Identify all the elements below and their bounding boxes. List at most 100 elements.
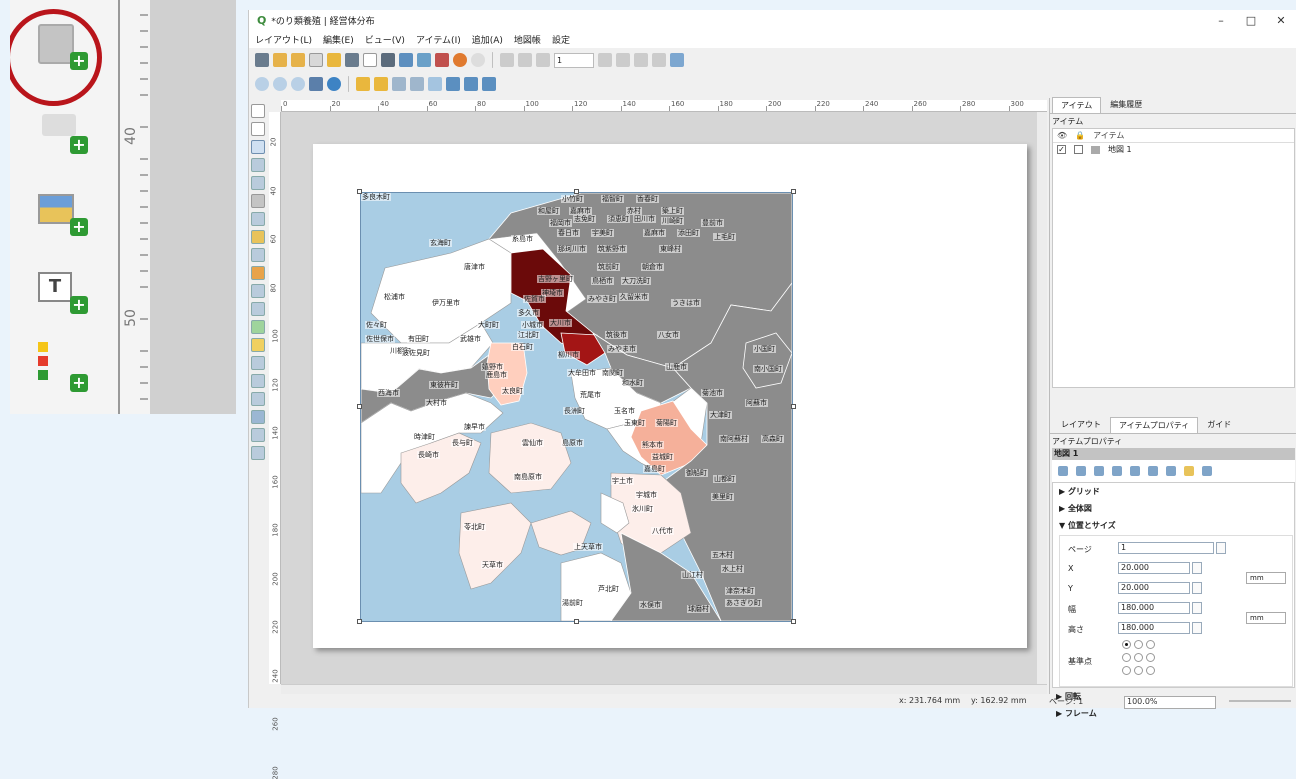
resize-handle[interactable] <box>574 619 579 624</box>
add-marker-icon[interactable] <box>251 338 265 352</box>
resize-handle[interactable] <box>357 619 362 624</box>
menu-add[interactable]: 追加(A) <box>472 33 503 46</box>
zoom-slider[interactable] <box>1229 700 1291 702</box>
menu-atlas[interactable]: 地図帳 <box>514 33 541 46</box>
tab-guides[interactable]: ガイド <box>1198 416 1240 433</box>
add-shape-icon[interactable] <box>251 320 265 334</box>
new-layout-icon[interactable] <box>273 53 287 67</box>
add-legend-tool-button[interactable]: + <box>32 342 92 394</box>
atlas-settings-icon[interactable] <box>670 53 684 67</box>
refresh-icon[interactable] <box>327 77 341 91</box>
layer-style-icon[interactable] <box>1184 466 1194 476</box>
pan-icon[interactable] <box>251 104 265 118</box>
resize-handle[interactable] <box>574 189 579 194</box>
map-item[interactable]: 小竹町 福智町 香春町 和屋町 嘉麻市 赤村 築上町 糸島市 福岡市 志免町 須恵町 田川市 川崎町 豊前… <box>360 192 793 622</box>
raise-icon[interactable] <box>428 77 442 91</box>
print-atlas-icon[interactable] <box>634 53 648 67</box>
bookmark-icon[interactable] <box>1148 466 1158 476</box>
add-picture-tool-button[interactable]: + <box>32 188 92 240</box>
add-fixed-table-icon[interactable] <box>251 446 265 460</box>
clip-icon[interactable] <box>1202 466 1212 476</box>
add-3d-map-icon[interactable] <box>251 212 265 226</box>
menu-view[interactable]: ビュー(V) <box>365 33 405 46</box>
zoom-tool-icon[interactable] <box>251 122 265 136</box>
ref-radio[interactable] <box>1122 640 1131 649</box>
add-polygon-icon[interactable] <box>251 374 265 388</box>
add-scalebar-icon[interactable] <box>251 284 265 298</box>
distribute-icon[interactable] <box>464 77 478 91</box>
vertical-scrollbar[interactable] <box>1037 112 1047 684</box>
refresh-map-icon[interactable] <box>1058 466 1068 476</box>
close-button[interactable]: ✕ <box>1266 14 1296 27</box>
zoom-level-input[interactable]: 100.0% <box>1124 696 1216 709</box>
maximize-button[interactable]: □ <box>1236 14 1266 27</box>
zoom-in-icon[interactable] <box>255 77 269 91</box>
section-grid[interactable]: ▶ グリッド <box>1053 483 1294 500</box>
last-feature-icon[interactable] <box>616 53 630 67</box>
zoom-out-icon[interactable] <box>273 77 287 91</box>
add-north-arrow-icon[interactable] <box>251 302 265 316</box>
set-scale-icon[interactable] <box>1112 466 1122 476</box>
add-page-icon[interactable] <box>363 53 377 67</box>
y-input[interactable]: 20.000 <box>1118 582 1190 594</box>
zoom-100-icon[interactable] <box>291 77 305 91</box>
ref-radio[interactable] <box>1122 653 1131 662</box>
menu-settings[interactable]: 設定 <box>552 33 570 46</box>
add-polyline-icon[interactable] <box>251 392 265 406</box>
duplicate-layout-icon[interactable] <box>291 53 305 67</box>
page-spinner[interactable] <box>1216 542 1226 554</box>
zoom-full-icon[interactable] <box>309 77 323 91</box>
export-atlas-icon[interactable] <box>652 53 666 67</box>
menu-layout[interactable]: レイアウト(L) <box>255 33 312 46</box>
export-pdf-icon[interactable] <box>435 53 449 67</box>
tab-items[interactable]: アイテム <box>1052 97 1102 113</box>
ref-radio[interactable] <box>1134 640 1143 649</box>
add-3d-map-tool-button[interactable]: + <box>32 104 92 156</box>
layout-manager-icon[interactable] <box>309 53 323 67</box>
ref-radio[interactable] <box>1146 653 1155 662</box>
ungroup-icon[interactable] <box>374 77 388 91</box>
size-unit-select[interactable]: mm <box>1246 612 1286 624</box>
resize-handle[interactable] <box>791 404 796 409</box>
menu-edit[interactable]: 編集(E) <box>323 33 354 46</box>
add-label-tool-button[interactable]: T + <box>32 268 92 320</box>
layout-canvas[interactable]: 小竹町 福智町 香春町 和屋町 嘉麻市 赤村 築上町 糸島市 福岡市 志免町 須恵町 田川市 川崎町 豊前… <box>281 112 1047 684</box>
resize-handle[interactable] <box>357 189 362 194</box>
labels-icon[interactable] <box>1166 466 1176 476</box>
atlas-page-select[interactable]: 1 <box>554 52 594 68</box>
undo-icon[interactable] <box>453 53 467 67</box>
width-spinner[interactable] <box>1192 602 1202 614</box>
add-picture-icon[interactable] <box>251 230 265 244</box>
ref-radio[interactable] <box>1134 666 1143 675</box>
align-icon[interactable] <box>446 77 460 91</box>
lock-checkbox[interactable] <box>1074 145 1083 154</box>
open-folder-icon[interactable] <box>327 53 341 67</box>
list-item[interactable]: ✓ 地図 1 <box>1053 143 1294 156</box>
resize-handle[interactable] <box>791 189 796 194</box>
edit-nodes-icon[interactable] <box>251 176 265 190</box>
section-position-size[interactable]: ▼ 位置とサイズ <box>1053 517 1294 534</box>
export-svg-icon[interactable] <box>417 53 431 67</box>
tab-layout[interactable]: レイアウト <box>1052 416 1110 433</box>
next-feature-icon[interactable] <box>598 53 612 67</box>
position-unit-select[interactable]: mm <box>1246 572 1286 584</box>
tab-undo-history[interactable]: 編集履歴 <box>1101 96 1151 113</box>
resize-handle[interactable] <box>791 619 796 624</box>
first-feature-icon[interactable] <box>518 53 532 67</box>
add-label-icon[interactable] <box>251 248 265 262</box>
add-arrow-icon[interactable] <box>251 356 265 370</box>
add-html-icon[interactable] <box>251 410 265 424</box>
ref-radio[interactable] <box>1122 666 1131 675</box>
add-legend-icon[interactable] <box>251 266 265 280</box>
resize-icon[interactable] <box>482 77 496 91</box>
width-input[interactable]: 180.000 <box>1118 602 1190 614</box>
page-input[interactable]: 1 <box>1118 542 1214 554</box>
map-scale-icon[interactable] <box>1130 466 1140 476</box>
save-icon[interactable] <box>255 53 269 67</box>
set-extent-icon[interactable] <box>1076 466 1086 476</box>
ref-radio[interactable] <box>1146 640 1155 649</box>
atlas-preview-icon[interactable] <box>500 53 514 67</box>
x-spinner[interactable] <box>1192 562 1202 574</box>
resize-handle[interactable] <box>357 404 362 409</box>
x-input[interactable]: 20.000 <box>1118 562 1190 574</box>
